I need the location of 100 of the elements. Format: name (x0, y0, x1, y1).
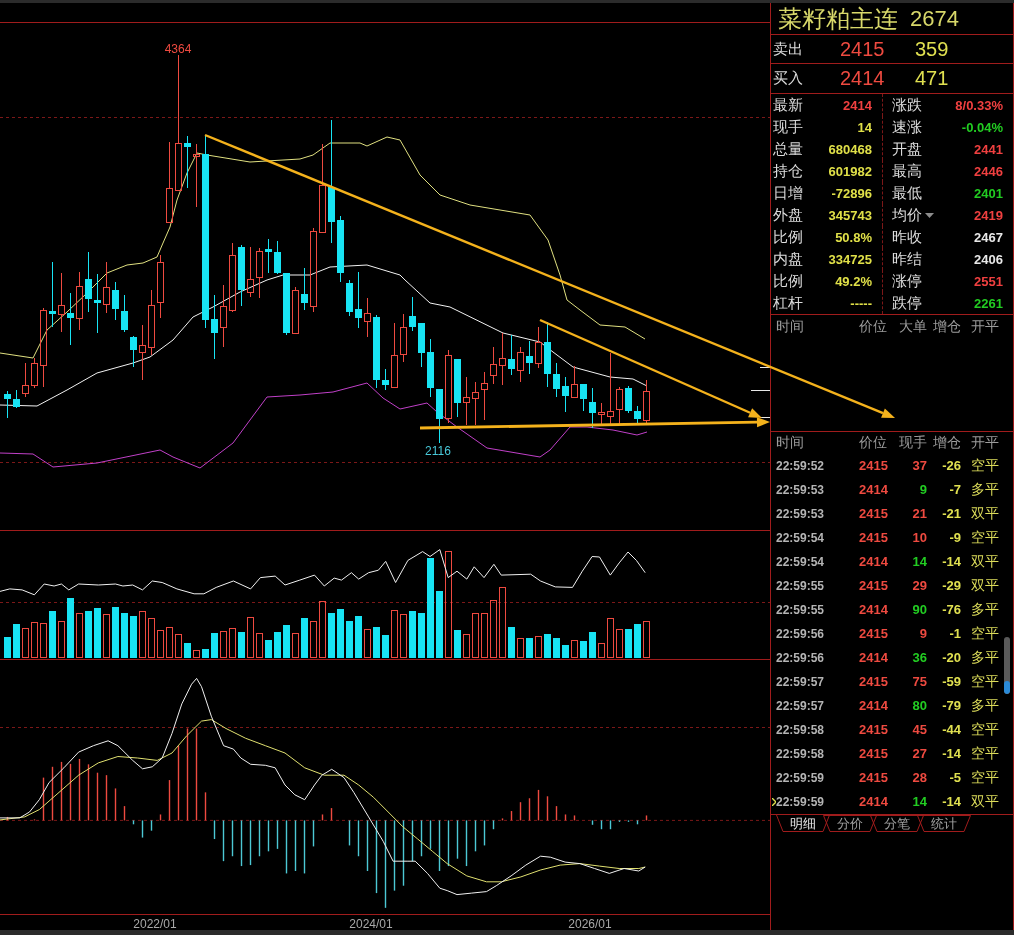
trade-price: 2415 (859, 746, 888, 761)
trade-price: 2415 (859, 626, 888, 641)
trade-time: 22:59:58 (776, 746, 825, 761)
stat-value: 680468 (828, 141, 872, 157)
trade-volume: 9 (919, 626, 927, 641)
trade-time: 22:59:53 (776, 506, 825, 521)
stat-value: 2401 (974, 185, 1003, 201)
stat-value: 601982 (828, 163, 872, 179)
trade-price: 2415 (859, 674, 888, 689)
trade-change: -76 (942, 602, 961, 617)
stat-value: 50.8% (835, 229, 872, 245)
date-label: 2024/01 (349, 917, 393, 931)
trade-volume: 37 (912, 458, 927, 473)
trade-volume: 14 (912, 554, 927, 569)
trade-type: 空平 (971, 720, 999, 739)
stat-value: 49.2% (835, 273, 872, 289)
column-header: 开平 (971, 433, 999, 452)
ask-label: 卖出 (773, 39, 803, 59)
trade-time: 22:59:56 (776, 626, 825, 641)
stat-label: 最低 (892, 183, 922, 203)
ask-volume: 359 (915, 37, 949, 61)
stat-value: 334725 (828, 251, 872, 267)
trade-type: 空平 (971, 672, 999, 691)
trade-volume: 75 (912, 674, 927, 689)
trade-type: 多平 (971, 600, 999, 619)
stat-value: 2261 (974, 295, 1003, 311)
stat-label: 跌停 (892, 293, 922, 313)
trade-price: 2415 (859, 458, 888, 473)
column-header: 价位 (859, 433, 887, 452)
tab[interactable]: 明细 (776, 814, 830, 832)
column-header: 时间 (776, 318, 804, 336)
trade-change: -20 (942, 650, 961, 665)
stat-value: 8/0.33% (955, 97, 1003, 113)
trade-time: 22:59:55 (776, 578, 825, 593)
caret-icon[interactable] (925, 212, 934, 218)
trade-type: 多平 (971, 696, 999, 715)
stat-label: 比例 (773, 271, 803, 291)
contract-name: 菜籽粕主连 (778, 4, 898, 33)
scrollbar[interactable] (1004, 636, 1010, 694)
trade-type: 空平 (971, 768, 999, 787)
trade-volume: 14 (912, 794, 927, 809)
trade-change: -14 (942, 794, 961, 809)
trade-type: 空平 (971, 744, 999, 763)
ask-price: 2415 (840, 37, 885, 61)
trade-volume: 10 (912, 530, 927, 545)
trade-time: 22:59:56 (776, 650, 825, 665)
trade-change: -44 (942, 722, 961, 737)
trade-time: 22:59:54 (776, 530, 825, 545)
scrollbar-thumb[interactable] (1004, 680, 1010, 694)
stat-value: 14 (857, 119, 872, 135)
stat-label: 外盘 (773, 205, 803, 225)
trade-time: 22:59:57 (776, 674, 825, 689)
trade-change: -26 (942, 458, 961, 473)
trade-type: 多平 (971, 480, 999, 499)
stat-label: 开盘 (892, 139, 922, 159)
column-header: 价位 (859, 318, 887, 336)
trade-price: 2415 (859, 530, 888, 545)
stat-value: 2419 (974, 207, 1003, 223)
date-label: 2026/01 (568, 917, 612, 931)
stat-label: 昨结 (892, 249, 922, 269)
tab[interactable]: 统计 (917, 814, 971, 832)
trade-price: 2415 (859, 722, 888, 737)
stat-label: 日增 (773, 183, 803, 203)
stat-value: -72896 (831, 185, 872, 201)
trade-type: 空平 (971, 528, 999, 547)
trade-change: -7 (949, 482, 961, 497)
bid-price: 2414 (840, 67, 885, 90)
stat-label: 内盘 (773, 249, 803, 269)
stat-value: ----- (850, 295, 872, 311)
stat-label: 最高 (892, 161, 922, 181)
tab[interactable]: 分笔 (870, 814, 924, 832)
trade-price: 2414 (859, 698, 888, 713)
trade-time: 22:59:53 (776, 482, 825, 497)
column-header: 增仓 (933, 433, 961, 452)
column-header: 开平 (971, 318, 999, 336)
trade-price: 2415 (859, 506, 888, 521)
trade-type: 双平 (971, 576, 999, 595)
trade-change: -29 (942, 578, 961, 593)
tab[interactable]: 分价 (823, 814, 877, 832)
trade-type: 空平 (971, 456, 999, 475)
trade-price: 2414 (859, 482, 888, 497)
stat-value: 2467 (974, 229, 1003, 245)
bid-volume: 471 (915, 67, 949, 90)
trade-price: 2415 (859, 770, 888, 785)
trade-type: 双平 (971, 552, 999, 571)
trade-volume: 29 (912, 578, 927, 593)
trade-change: -14 (942, 746, 961, 761)
stat-label: 昨收 (892, 227, 922, 247)
trade-time: 22:59:54 (776, 554, 825, 569)
trade-type: 多平 (971, 648, 999, 667)
trade-type: 双平 (971, 792, 999, 811)
trade-volume: 90 (912, 602, 927, 617)
trade-change: -9 (949, 530, 961, 545)
trade-volume: 80 (912, 698, 927, 713)
stat-value: 2551 (974, 273, 1003, 289)
trade-change: -1 (949, 626, 961, 641)
stat-value: 2441 (974, 141, 1003, 157)
bid-label: 买入 (773, 69, 803, 88)
trade-volume: 28 (912, 770, 927, 785)
stat-value: -0.04% (961, 119, 1003, 135)
